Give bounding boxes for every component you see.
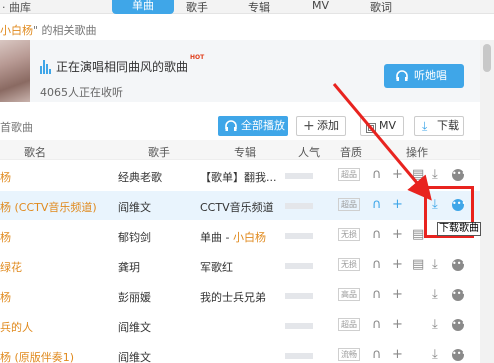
annotation-arrow (332, 83, 432, 201)
download-tooltip: 下载歌曲 (437, 222, 481, 236)
